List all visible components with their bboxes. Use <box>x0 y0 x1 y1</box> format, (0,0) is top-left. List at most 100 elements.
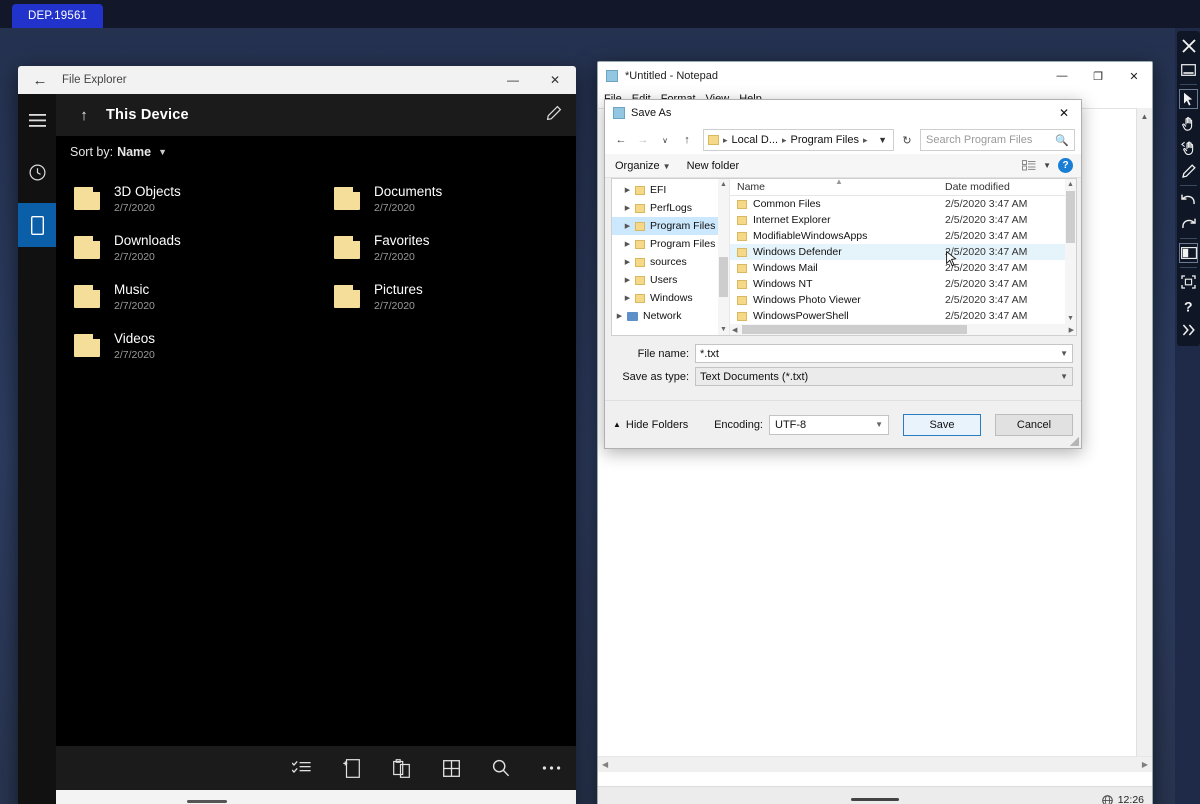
file-list-scrollbar[interactable]: ▲ ▼ <box>1065 179 1076 324</box>
chevron-down-icon[interactable]: ▼ <box>1043 161 1051 170</box>
split-panel-icon[interactable] <box>1177 241 1200 265</box>
chevron-down-icon[interactable]: ▼ <box>1060 372 1068 381</box>
pointer-icon[interactable] <box>1177 87 1200 111</box>
close-icon[interactable]: ✕ <box>1047 100 1081 126</box>
table-row[interactable]: Windows Mail 2/5/2020 3:47 AM <box>730 260 1076 276</box>
chevron-right-icon[interactable]: ▶ <box>620 258 635 266</box>
session-tab[interactable]: DEP.19561 <box>12 4 104 28</box>
folder-item[interactable]: Downloads 2/7/2020 <box>56 223 316 272</box>
table-row[interactable]: Windows Defender 2/5/2020 3:47 AM <box>730 244 1076 260</box>
scroll-left-icon[interactable]: ◀ <box>732 326 737 334</box>
select-icon[interactable] <box>290 757 312 779</box>
sidebar-item-this-device[interactable] <box>18 203 56 247</box>
help-icon[interactable]: ? <box>1177 294 1200 318</box>
column-header-date[interactable]: Date modified <box>945 181 1076 193</box>
chevron-right-icon[interactable]: ▶ <box>620 240 635 248</box>
scroll-thumb[interactable] <box>1066 191 1075 243</box>
back-icon[interactable]: ← <box>18 66 62 94</box>
refresh-icon[interactable]: ↻ <box>896 129 918 151</box>
organize-button[interactable]: Organize ▼ <box>615 160 671 172</box>
breadcrumb[interactable]: ▸ Local D... ▸ Program Files ▸ ▼ <box>703 129 894 151</box>
encoding-select[interactable]: UTF-8 ▼ <box>769 414 889 435</box>
folder-item[interactable]: Videos 2/7/2020 <box>56 321 316 370</box>
sort-by-dropdown[interactable]: Sort by: Name ▼ <box>56 136 576 168</box>
table-row[interactable]: Internet Explorer 2/5/2020 3:47 AM <box>730 212 1076 228</box>
search-icon[interactable] <box>490 757 512 779</box>
close-icon[interactable]: ✕ <box>1116 62 1152 90</box>
tree-node[interactable]: ▶ PerfLogs <box>612 199 729 217</box>
more-icon[interactable] <box>540 757 562 779</box>
window-icon[interactable] <box>1177 58 1200 82</box>
scroll-left-icon[interactable]: ◀ <box>602 760 608 769</box>
tree-scrollbar[interactable]: ▲ ▼ <box>718 179 729 335</box>
hide-folders-button[interactable]: ▲ Hide Folders <box>613 419 688 431</box>
folder-item[interactable]: 3D Objects 2/7/2020 <box>56 174 316 223</box>
drag-hand-icon[interactable] <box>1177 135 1200 159</box>
new-folder-icon[interactable] <box>340 757 362 779</box>
tree-node[interactable]: ▶ Program Files <box>612 217 729 235</box>
tap-hand-icon[interactable] <box>1177 111 1200 135</box>
scroll-up-icon[interactable]: ▲ <box>1137 108 1152 124</box>
table-row[interactable]: WindowsPowerShell 2/5/2020 3:47 AM <box>730 308 1076 324</box>
chevron-right-icon[interactable]: ▶ <box>620 222 635 230</box>
save-as-type-select[interactable]: Text Documents (*.txt) ▼ <box>695 367 1073 386</box>
new-folder-button[interactable]: New folder <box>687 160 740 172</box>
scroll-down-icon[interactable]: ▼ <box>718 324 729 335</box>
chevron-right-icon[interactable]: ▶ <box>620 204 635 212</box>
chevron-right-icon[interactable]: ▶ <box>612 312 627 320</box>
chevron-down-icon[interactable]: ▼ <box>878 135 889 145</box>
paste-icon[interactable] <box>390 757 412 779</box>
cancel-button[interactable]: Cancel <box>995 413 1073 436</box>
undo-icon[interactable] <box>1177 188 1200 212</box>
breadcrumb-item-1[interactable]: Program Files <box>791 134 859 146</box>
up-icon[interactable]: ↑ <box>70 107 98 124</box>
back-icon[interactable]: ← <box>611 129 631 151</box>
grid-view-icon[interactable] <box>440 757 462 779</box>
chevron-down-icon[interactable]: ▼ <box>875 420 883 429</box>
close-session-icon[interactable] <box>1177 34 1200 58</box>
pencil-icon[interactable] <box>545 105 562 122</box>
hamburger-icon[interactable] <box>18 99 56 141</box>
chevron-down-icon[interactable]: ▼ <box>1060 349 1068 358</box>
home-indicator[interactable] <box>851 798 899 801</box>
view-layout-icon[interactable] <box>1022 160 1036 171</box>
chevron-right-icon[interactable]: ▶ <box>620 186 635 194</box>
folder-item[interactable]: Documents 2/7/2020 <box>316 174 576 223</box>
table-row[interactable]: Common Files 2/5/2020 3:47 AM <box>730 196 1076 212</box>
breadcrumb-item-0[interactable]: Local D... <box>732 134 778 146</box>
notepad-vertical-scrollbar[interactable]: ▲ <box>1136 108 1152 756</box>
scroll-up-icon[interactable]: ▲ <box>1065 179 1076 190</box>
forward-icon[interactable]: → <box>633 129 653 151</box>
notepad-horizontal-scrollbar[interactable]: ◀ ▶ <box>598 756 1152 772</box>
table-row[interactable]: Windows NT 2/5/2020 3:47 AM <box>730 276 1076 292</box>
save-button[interactable]: Save <box>903 413 981 436</box>
tree-node[interactable]: ▶ sources <box>612 253 729 271</box>
tree-node[interactable]: ▶ Users <box>612 271 729 289</box>
minimize-icon[interactable]: — <box>492 66 534 94</box>
close-icon[interactable]: ✕ <box>534 66 576 94</box>
scroll-up-icon[interactable]: ▲ <box>718 179 729 190</box>
scroll-right-icon[interactable]: ▶ <box>1069 326 1074 334</box>
scroll-thumb[interactable] <box>719 257 728 297</box>
chevron-right-icon[interactable]: ▶ <box>620 294 635 302</box>
redo-icon[interactable] <box>1177 212 1200 236</box>
scroll-down-icon[interactable]: ▼ <box>1065 313 1076 324</box>
folder-item[interactable]: Favorites 2/7/2020 <box>316 223 576 272</box>
resize-grip[interactable] <box>1070 437 1079 446</box>
folder-item[interactable]: Pictures 2/7/2020 <box>316 272 576 321</box>
chevron-right-icon[interactable]: ▶ <box>620 276 635 284</box>
tree-node[interactable]: ▶ Windows <box>612 289 729 307</box>
file-list-hscrollbar[interactable]: ◀ ▶ <box>730 324 1076 335</box>
recent-locations-icon[interactable]: ∨ <box>655 129 675 151</box>
maximize-icon[interactable]: ❐ <box>1080 62 1116 90</box>
scroll-right-icon[interactable]: ▶ <box>1142 760 1148 769</box>
search-input[interactable]: Search Program Files 🔍 <box>920 129 1075 151</box>
tree-node[interactable]: ▶ EFI <box>612 181 729 199</box>
pen-icon[interactable] <box>1177 159 1200 183</box>
up-icon[interactable]: ↑ <box>677 129 697 151</box>
table-row[interactable]: ModifiableWindowsApps 2/5/2020 3:47 AM <box>730 228 1076 244</box>
minimize-icon[interactable]: — <box>1044 62 1080 90</box>
tree-node[interactable]: ▶ Program Files (: <box>612 235 729 253</box>
expand-more-icon[interactable] <box>1177 318 1200 342</box>
help-icon[interactable]: ? <box>1058 158 1073 173</box>
